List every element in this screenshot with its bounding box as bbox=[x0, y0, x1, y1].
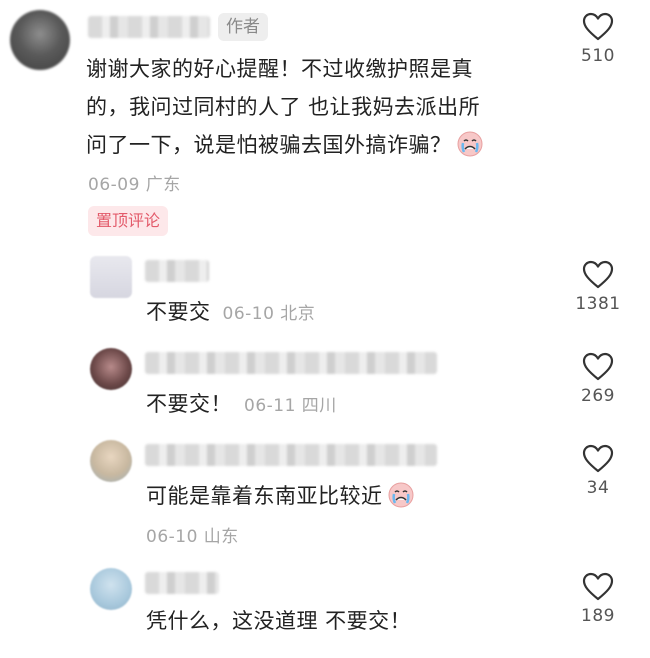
author-badge: 作者 bbox=[218, 13, 268, 41]
like-button[interactable]: 1381 bbox=[558, 260, 638, 314]
heart-icon bbox=[582, 12, 614, 41]
comment-text-line: 谢谢大家的好心提醒！不过收缴护照是真 bbox=[86, 57, 473, 81]
pinned-comment-badge: 置顶评论 bbox=[88, 206, 169, 236]
like-count: 510 bbox=[581, 46, 615, 66]
comment-text-content: 凭什么，这没道理 不要交！ bbox=[146, 609, 412, 633]
comment-meta: 06-11 四川 bbox=[244, 396, 337, 416]
crying-face-emoji-icon bbox=[457, 131, 482, 157]
comment-text: 不要交！ 06-11 四川 bbox=[146, 385, 337, 425]
like-button[interactable]: 510 bbox=[558, 12, 638, 66]
comment-text-line: 问了一下，说是怕被骗去国外搞诈骗？ bbox=[86, 126, 546, 164]
like-button[interactable]: 269 bbox=[558, 352, 638, 406]
like-count: 34 bbox=[586, 478, 610, 498]
comment-text-line-content: 问了一下，说是怕被骗去国外搞诈骗？ bbox=[86, 133, 452, 157]
username-blurred[interactable] bbox=[145, 352, 437, 374]
heart-icon bbox=[582, 572, 614, 601]
username-blurred[interactable] bbox=[145, 444, 437, 466]
avatar[interactable] bbox=[90, 568, 132, 610]
like-button[interactable]: 34 bbox=[558, 444, 638, 498]
comment-meta: 06-10 山东 bbox=[146, 527, 239, 547]
like-count: 1381 bbox=[575, 294, 621, 314]
comment-meta: 06-10 北京 bbox=[222, 304, 316, 324]
heart-icon bbox=[582, 260, 614, 289]
comment-text: 可能是靠着东南亚比较近 bbox=[146, 477, 415, 515]
avatar[interactable] bbox=[90, 348, 132, 390]
comment-text-content: 不要交！ bbox=[146, 392, 232, 416]
username-blurred[interactable] bbox=[145, 572, 219, 594]
comment-text: 凭什么，这没道理 不要交！ bbox=[146, 602, 411, 640]
like-button[interactable]: 189 bbox=[558, 572, 638, 626]
comment-text-content: 不要交 bbox=[146, 300, 211, 324]
comment-meta: 06-09 广东 bbox=[88, 175, 181, 195]
comment-text: 不要交 06-10 北京 bbox=[146, 293, 315, 333]
reply-comment: 不要交 06-10 北京 1381 bbox=[0, 252, 650, 342]
comment-text: 谢谢大家的好心提醒！不过收缴护照是真 的，我问过同村的人了 也让我妈去派出所 问… bbox=[86, 50, 546, 164]
comment-text-content: 可能是靠着东南亚比较近 bbox=[146, 484, 383, 508]
heart-icon bbox=[582, 444, 614, 473]
reply-comment: 凭什么，这没道理 不要交！ 189 bbox=[0, 564, 650, 658]
username-blurred[interactable] bbox=[145, 260, 209, 282]
comment-thread: 作者 谢谢大家的好心提醒！不过收缴护照是真 的，我问过同村的人了 也让我妈去派出… bbox=[0, 0, 650, 658]
reply-comment: 可能是靠着东南亚比较近 06-10 山东 34 bbox=[0, 436, 650, 561]
username-blurred[interactable] bbox=[88, 16, 210, 38]
avatar[interactable] bbox=[90, 256, 132, 298]
comment-author-reply: 作者 谢谢大家的好心提醒！不过收缴护照是真 的，我问过同村的人了 也让我妈去派出… bbox=[0, 0, 650, 250]
reply-comment: 不要交！ 06-11 四川 269 bbox=[0, 344, 650, 434]
heart-icon bbox=[582, 352, 614, 381]
avatar[interactable] bbox=[90, 440, 132, 482]
avatar[interactable] bbox=[10, 10, 70, 70]
comment-text-line: 的，我问过同村的人了 也让我妈去派出所 bbox=[86, 95, 481, 119]
like-count: 269 bbox=[581, 386, 615, 406]
crying-face-emoji-icon bbox=[388, 482, 413, 508]
like-count: 189 bbox=[581, 606, 615, 626]
